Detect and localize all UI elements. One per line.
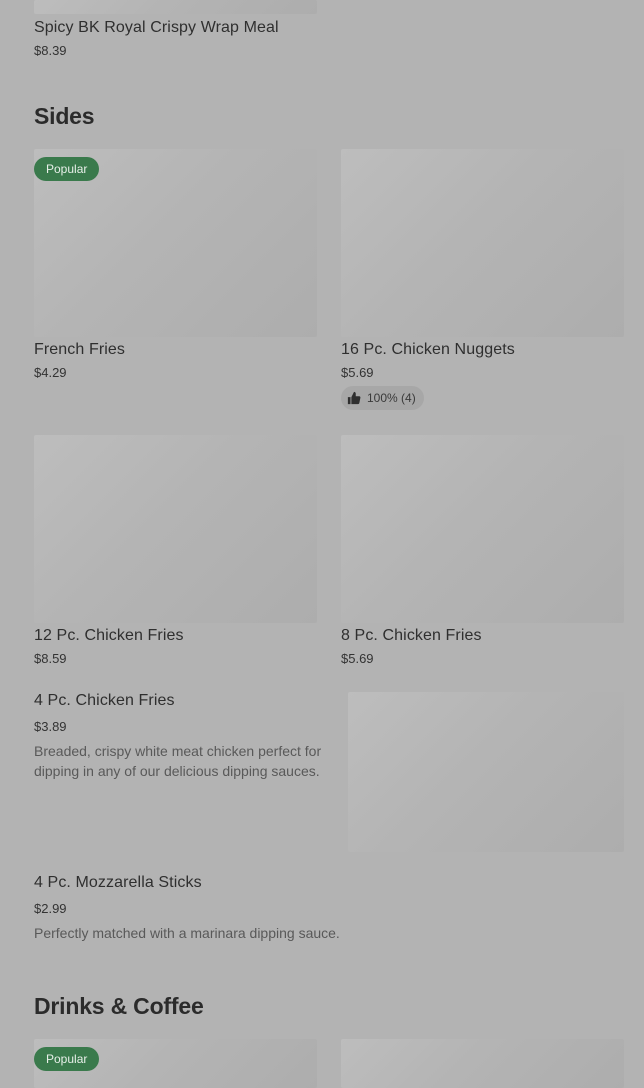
- item-name: 16 Pc. Chicken Nuggets: [341, 341, 515, 358]
- item-price: $5.69: [341, 365, 374, 380]
- rating-text: 100% (4): [367, 391, 416, 405]
- item-name: 12 Pc. Chicken Fries: [34, 627, 184, 644]
- popular-badge: Popular: [34, 157, 100, 181]
- menu-card[interactable]: 12 Pc. Chicken Fries $8.59: [34, 435, 317, 666]
- thumbs-up-icon: [347, 391, 361, 405]
- item-price: $8.39: [34, 43, 67, 58]
- item-description: Perfectly matched with a marinara dippin…: [34, 925, 340, 941]
- item-image: [34, 435, 317, 623]
- item-name: 4 Pc. Chicken Fries: [34, 692, 175, 709]
- item-name[interactable]: Spicy BK Royal Crispy Wrap Meal: [34, 19, 279, 37]
- item-description: Breaded, crispy white meat chicken perfe…: [34, 743, 322, 779]
- item-price: $3.89: [34, 719, 67, 734]
- menu-card[interactable]: 8 Pc. Chicken Fries $5.69: [341, 435, 624, 666]
- item-name: 4 Pc. Mozzarella Sticks: [34, 874, 202, 891]
- item-name: 8 Pc. Chicken Fries: [341, 627, 482, 644]
- item-image: [341, 149, 624, 337]
- item-price: $2.99: [34, 901, 67, 916]
- item-price: $8.59: [34, 651, 67, 666]
- item-image: [341, 435, 624, 623]
- section-title-sides: Sides: [34, 103, 95, 129]
- menu-list-item[interactable]: 4 Pc. Chicken Fries $3.89 Breaded, crisp…: [34, 692, 624, 852]
- rating-badge: 100% (4): [341, 386, 424, 410]
- item-name: French Fries: [34, 341, 125, 358]
- item-image[interactable]: [34, 0, 317, 14]
- item-image: [348, 692, 624, 852]
- popular-badge: Popular: [34, 1047, 100, 1071]
- menu-card[interactable]: Popular French Fries $4.29: [34, 149, 317, 380]
- item-price: $5.69: [341, 651, 374, 666]
- menu-list-item[interactable]: 4 Pc. Mozzarella Sticks $2.99 Perfectly …: [34, 874, 624, 946]
- menu-card[interactable]: Popular: [34, 1039, 317, 1088]
- menu-card[interactable]: 16 Pc. Chicken Nuggets $5.69 100% (4): [341, 149, 624, 410]
- item-image: [341, 1039, 624, 1088]
- item-price: $4.29: [34, 365, 67, 380]
- section-title-drinks-coffee: Drinks & Coffee: [34, 993, 204, 1019]
- menu-card[interactable]: [341, 1039, 624, 1088]
